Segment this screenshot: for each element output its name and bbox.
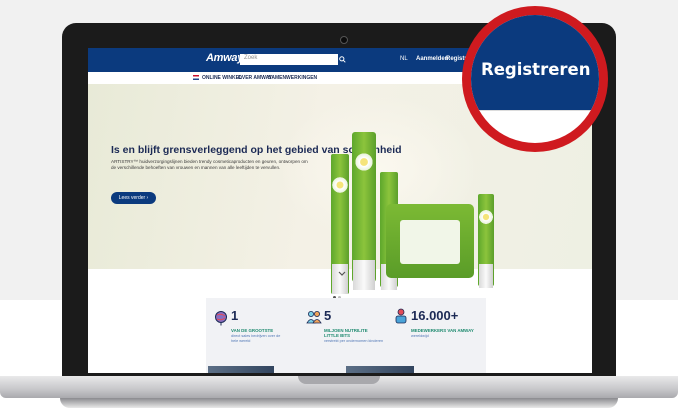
laptop-shadow bbox=[60, 398, 618, 408]
stat-description: direct sales bedrijven over de hele were… bbox=[231, 334, 281, 343]
chevron-down-icon[interactable] bbox=[338, 271, 346, 277]
amway-logo[interactable]: Amway bbox=[206, 52, 243, 64]
team-icon bbox=[395, 308, 407, 324]
search-placeholder: Zoek bbox=[244, 55, 258, 61]
flower-icon bbox=[478, 209, 494, 225]
flower-icon bbox=[354, 152, 374, 172]
stat-description: verstrekt per ondernomen kinderen bbox=[324, 339, 384, 343]
image-thumbnail bbox=[346, 366, 414, 373]
flower-icon bbox=[331, 176, 349, 194]
language-selector[interactable]: NL bbox=[400, 56, 408, 62]
laptop-notch bbox=[298, 376, 380, 384]
nav-item-online-shop[interactable]: ONLINE WINKEL bbox=[202, 75, 242, 81]
stat-label: VAN DE GROOTSTE bbox=[231, 328, 274, 333]
hero-text: ARTISTRY™ huidverzorgingslijnen bieden t… bbox=[111, 159, 308, 170]
camera-icon bbox=[340, 36, 348, 44]
nav-item-about[interactable]: OVER AMWAY bbox=[238, 75, 272, 81]
nav-item-partnerships[interactable]: SAMENWERKINGEN bbox=[268, 75, 317, 81]
stats-section: 1 VAN DE GROOTSTE direct sales bedrijven… bbox=[206, 298, 486, 373]
flag-icon bbox=[193, 75, 199, 80]
search-button[interactable] bbox=[338, 54, 347, 65]
stat-description: wereldwijd bbox=[411, 334, 429, 338]
login-link[interactable]: Aanmelden bbox=[416, 56, 448, 62]
stat-label: MEDEWERKERS VAN AMWAY bbox=[411, 328, 474, 333]
stat-number: 5 bbox=[324, 308, 332, 323]
stat-number: 1 bbox=[231, 308, 239, 323]
stat-number: 16.000+ bbox=[411, 308, 459, 323]
search-icon bbox=[339, 56, 346, 63]
image-thumbnail bbox=[208, 366, 274, 373]
people-icon bbox=[306, 311, 322, 324]
globe-icon bbox=[215, 311, 227, 326]
search-input[interactable]: Zoek bbox=[240, 54, 338, 65]
stat-label: MILJOEN NUTRILITE LITTLE BITS bbox=[324, 328, 368, 338]
read-more-button[interactable]: Lees verder › bbox=[111, 192, 156, 204]
zoom-callout: Registreren bbox=[462, 6, 608, 152]
register-button-zoomed[interactable]: Registreren bbox=[481, 60, 590, 79]
